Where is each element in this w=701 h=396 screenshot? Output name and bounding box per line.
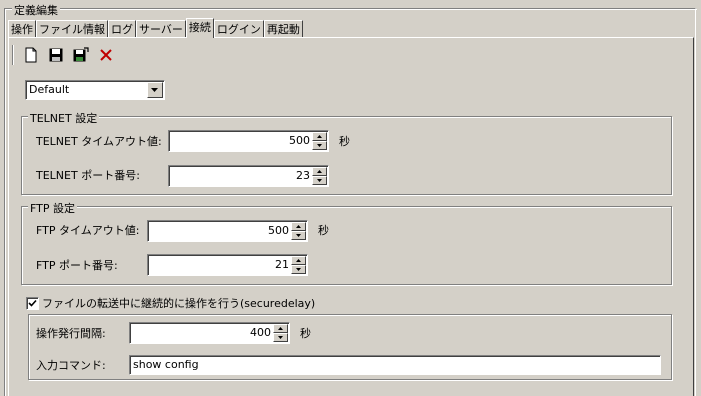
telnet-port-label: TELNET ポート番号: (36, 169, 140, 182)
input-command-label: 入力コマンド: (36, 359, 106, 372)
arrow-down-icon (296, 268, 301, 271)
arrow-up-icon (296, 259, 301, 262)
tab-server[interactable]: サーバー (136, 20, 186, 37)
interval-input[interactable]: 400 (129, 322, 290, 344)
ftp-port-input[interactable]: 21 (147, 254, 308, 276)
new-document-icon (25, 47, 37, 63)
save-icon (49, 48, 63, 62)
toolbar (12, 44, 120, 66)
ftp-port-decrement[interactable] (291, 265, 306, 274)
interval-label: 操作発行間隔: (36, 327, 106, 340)
chevron-down-icon (151, 87, 158, 92)
interval-spinner (273, 324, 288, 342)
arrow-down-icon (296, 234, 301, 237)
ftp-port-spinner (291, 256, 306, 274)
interval-increment[interactable] (273, 324, 288, 333)
panel-title: 定義編集 (12, 2, 60, 18)
tab-operation[interactable]: 操作 (8, 20, 36, 37)
telnet-port-value: 23 (296, 169, 310, 182)
telnet-settings-group (21, 116, 672, 195)
ftp-port-increment[interactable] (291, 256, 306, 265)
ftp-port-value: 21 (275, 258, 289, 271)
ftp-timeout-label: FTP タイムアウト値: (36, 224, 140, 237)
profile-select[interactable]: Default (25, 80, 165, 100)
telnet-timeout-value: 500 (289, 134, 310, 147)
arrow-down-icon (317, 144, 322, 147)
ftp-port-label: FTP ポート番号: (36, 259, 118, 272)
toolbar-grip (12, 45, 14, 65)
secure-delay-checkbox[interactable] (26, 297, 39, 310)
arrow-down-icon (317, 179, 322, 182)
ftp-timeout-increment[interactable] (291, 222, 306, 231)
save-as-button[interactable] (70, 44, 92, 66)
save-as-icon (73, 47, 89, 62)
ftp-timeout-decrement[interactable] (291, 231, 306, 240)
save-button[interactable] (45, 44, 67, 66)
tab-restart[interactable]: 再起動 (263, 20, 303, 37)
input-command-field[interactable]: show config (129, 355, 661, 375)
delete-icon (100, 49, 112, 61)
ftp-settings-group (21, 206, 672, 285)
input-command-value: show config (133, 358, 199, 371)
telnet-port-input[interactable]: 23 (168, 165, 329, 187)
tab-file-info[interactable]: ファイル情報 (36, 20, 108, 37)
delete-button[interactable] (95, 44, 117, 66)
profile-select-dropdown-button[interactable] (147, 82, 163, 98)
arrow-up-icon (296, 225, 301, 228)
arrow-down-icon (278, 336, 283, 339)
tab-bar: 操作 ファイル情報 ログ サーバー 接続 ログイン 再起動 (8, 18, 303, 38)
interval-unit: 秒 (300, 327, 311, 340)
interval-decrement[interactable] (273, 333, 288, 342)
ftp-timeout-spinner (291, 222, 306, 240)
telnet-timeout-input[interactable]: 500 (168, 130, 329, 152)
telnet-port-spinner (312, 167, 327, 185)
tab-login[interactable]: ログイン (213, 20, 264, 37)
telnet-settings-legend: TELNET 設定 (28, 110, 100, 126)
telnet-timeout-unit: 秒 (339, 135, 350, 148)
tab-log[interactable]: ログ (108, 20, 136, 37)
secure-delay-label[interactable]: ファイルの転送中に継続的に操作を行う(securedelay) (42, 297, 315, 311)
arrow-up-icon (317, 170, 322, 173)
new-button[interactable] (20, 44, 42, 66)
profile-select-value: Default (29, 83, 70, 96)
telnet-timeout-spinner (312, 132, 327, 150)
ftp-timeout-value: 500 (268, 224, 289, 237)
arrow-up-icon (317, 135, 322, 138)
telnet-timeout-decrement[interactable] (312, 141, 327, 150)
ftp-settings-legend: FTP 設定 (28, 200, 77, 216)
telnet-port-decrement[interactable] (312, 176, 327, 185)
ftp-timeout-input[interactable]: 500 (147, 220, 308, 242)
telnet-timeout-increment[interactable] (312, 132, 327, 141)
arrow-up-icon (278, 327, 283, 330)
tab-connection[interactable]: 接続 (185, 18, 214, 38)
checkmark-icon (28, 299, 37, 307)
telnet-timeout-label: TELNET タイムアウト値: (36, 135, 162, 148)
interval-value: 400 (250, 326, 271, 339)
ftp-timeout-unit: 秒 (318, 224, 329, 237)
telnet-port-increment[interactable] (312, 167, 327, 176)
